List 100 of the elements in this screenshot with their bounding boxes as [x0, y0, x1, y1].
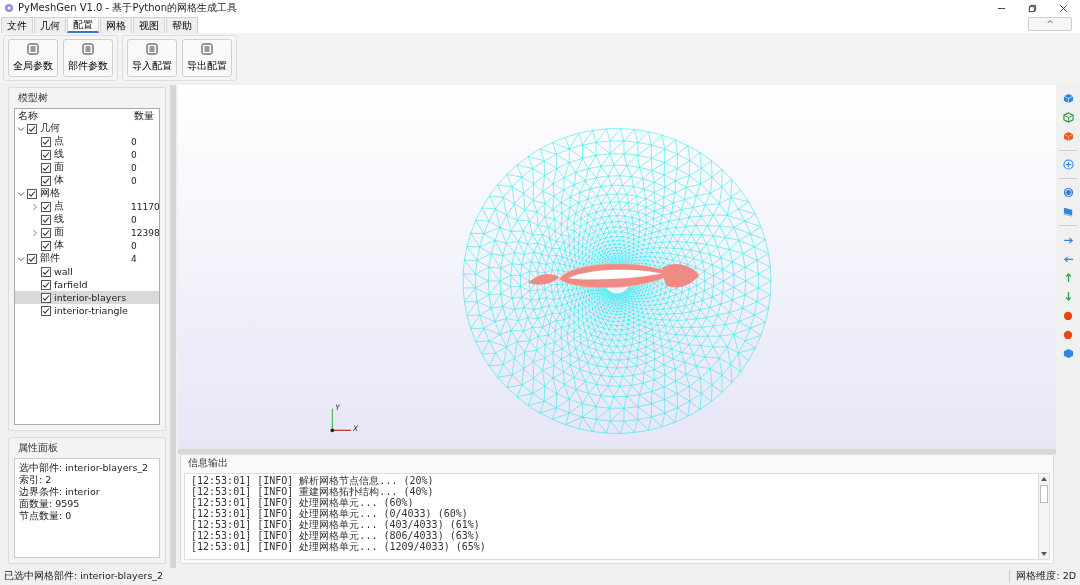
checkbox[interactable]	[41, 201, 51, 212]
checkbox[interactable]	[41, 227, 51, 238]
property-line: 面数量: 9595	[19, 498, 81, 510]
cube-icon[interactable]	[1062, 348, 1074, 359]
tree-label: 点	[54, 200, 65, 213]
tree-row[interactable]: 部件 4	[15, 252, 159, 265]
scrollbar[interactable]	[1038, 474, 1049, 559]
checkbox[interactable]	[41, 136, 51, 147]
monitor-icon[interactable]	[1062, 206, 1074, 217]
tree-label: 部件	[40, 252, 61, 265]
collapse-ribbon-button[interactable]: ^	[1028, 17, 1072, 31]
tree-row[interactable]: interior-triangle	[15, 304, 159, 317]
count-text: 4	[131, 253, 138, 264]
tree-row[interactable]: 体 0	[15, 239, 159, 252]
tree-label: 几何	[40, 122, 61, 135]
menu-tab[interactable]: 视图	[133, 17, 165, 33]
checkbox[interactable]	[41, 292, 51, 303]
menu-tab[interactable]: 几何	[34, 17, 66, 33]
tree-label: interior-blayers	[54, 292, 128, 303]
tree-row[interactable]: 几何	[15, 122, 159, 135]
log-line: [12:53:01] [INFO] 解析网格节点信息... (20%)	[191, 475, 435, 486]
checkbox[interactable]	[41, 305, 51, 316]
tree-row[interactable]: interior-blayers	[15, 291, 159, 304]
toolbar-button[interactable]: 导出配置	[182, 39, 232, 77]
status-dimension: 网格维度: 2D	[1009, 570, 1076, 583]
checkbox[interactable]	[41, 240, 51, 251]
tree-label: 线	[54, 148, 65, 161]
panel-title: 属性面板	[17, 441, 59, 455]
tree-row[interactable]: 线 0	[15, 148, 159, 161]
restore-icon[interactable]	[1028, 3, 1037, 13]
dot-icon[interactable]	[1062, 310, 1074, 321]
tree-row[interactable]: 点 0	[15, 135, 159, 148]
checkbox[interactable]	[41, 162, 51, 173]
tree-label: farfield	[54, 279, 89, 290]
status-message: 已选中网格部件: interior-blayers_2	[4, 570, 164, 583]
checkbox[interactable]	[41, 175, 51, 186]
count-text: 0	[131, 240, 138, 251]
axis-label: Y	[335, 402, 340, 412]
axis-label: X	[352, 424, 358, 434]
document-icon	[82, 43, 94, 55]
scroll-down-icon[interactable]	[1040, 551, 1048, 557]
checkbox[interactable]	[41, 279, 51, 290]
scroll-up-icon[interactable]	[1040, 476, 1048, 482]
tree-row[interactable]: 线 0	[15, 213, 159, 226]
tree-row[interactable]: wall	[15, 265, 159, 278]
tree-row[interactable]: 面 0	[15, 161, 159, 174]
panel-title: 模型树	[17, 91, 49, 105]
log-line: [12:53:01] [INFO] 重建网格拓扑结构... (40%)	[191, 486, 435, 497]
mesh-viewport[interactable]: Y X	[178, 85, 1056, 449]
count-text: 11170	[131, 201, 157, 212]
checkbox[interactable]	[27, 188, 37, 199]
menu-tab[interactable]: 文件	[1, 17, 33, 33]
toolbar-button[interactable]: 部件参数	[63, 39, 113, 77]
tree-label: 面	[54, 226, 65, 239]
tree-row[interactable]: 面 12398	[15, 226, 159, 239]
cube-icon[interactable]	[1062, 131, 1074, 142]
cube-icon[interactable]	[1062, 112, 1074, 123]
property-line: 选中部件: interior-blayers_2	[19, 462, 150, 474]
log-line: [12:53:01] [INFO] 处理网格单元... (1209/4033) (65%)	[191, 541, 487, 552]
document-icon	[201, 43, 213, 55]
property-line: 索引: 2	[19, 474, 53, 486]
close-icon[interactable]	[1059, 3, 1068, 13]
property-line: 边界条件: interior	[19, 486, 101, 498]
log-line: [12:53:01] [INFO] 处理网格单元... (403/4033) (61%)	[191, 519, 481, 530]
log-line: [12:53:01] [INFO] 处理网格单元... (806/4033) (63%)	[191, 530, 481, 541]
checkbox[interactable]	[41, 266, 51, 277]
checkbox[interactable]	[41, 149, 51, 160]
rotate-icon[interactable]	[1062, 187, 1074, 198]
toolbar-button[interactable]: 导入配置	[127, 39, 177, 77]
tree-label: wall	[54, 266, 74, 277]
checkbox[interactable]	[27, 123, 37, 134]
menu-tab[interactable]: 帮助	[166, 17, 198, 33]
toolbar-button[interactable]: 全局参数	[8, 39, 58, 77]
tree-row[interactable]: 体 0	[15, 174, 159, 187]
axis-triad	[330, 408, 352, 433]
count-text: 0	[131, 136, 138, 147]
cube-icon[interactable]	[1062, 93, 1074, 104]
tree-row[interactable]: 网格	[15, 187, 159, 200]
tree-row[interactable]: 点 11170	[15, 200, 159, 213]
menu-tab[interactable]: 配置	[67, 17, 99, 33]
count-text: 0	[131, 162, 138, 173]
tree-label: 网格	[40, 187, 61, 200]
log-line: [12:53:01] [INFO] 处理网格单元... (60%)	[191, 497, 414, 508]
document-icon	[146, 43, 158, 55]
column-header: 名称	[18, 108, 39, 123]
tree-row[interactable]: farfield	[15, 278, 159, 291]
checkbox[interactable]	[27, 253, 37, 264]
tree-label: interior-triangle	[54, 305, 129, 316]
window-title: PyMeshGen V1.0 - 基于Python的网格生成工具	[18, 1, 238, 15]
document-icon	[27, 43, 39, 55]
dot-icon[interactable]	[1062, 329, 1074, 340]
tree-label: 线	[54, 213, 65, 226]
count-text: 0	[131, 175, 138, 186]
zoom-fit-icon[interactable]	[1062, 159, 1074, 170]
menu-tab[interactable]: 网格	[100, 17, 132, 33]
property-line: 节点数量: 0	[19, 510, 73, 522]
scroll-thumb[interactable]	[1040, 485, 1048, 503]
log-line: [12:53:01] [INFO] 处理网格单元... (0/4033) (60%)	[191, 508, 469, 519]
app-icon	[4, 3, 14, 13]
checkbox[interactable]	[41, 214, 51, 225]
